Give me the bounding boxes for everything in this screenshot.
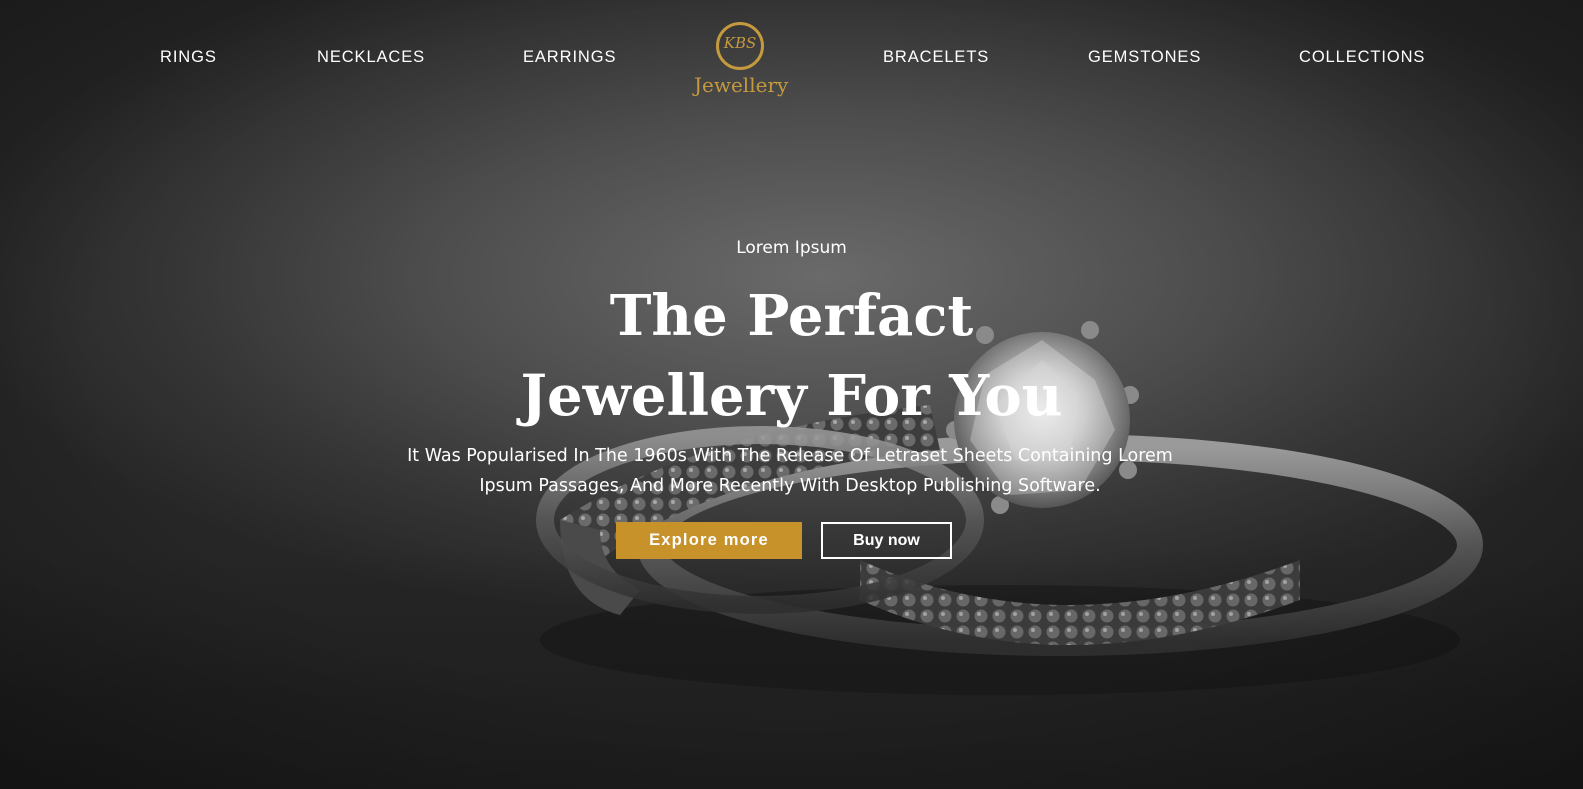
hero-description: It Was Popularised In The 1960s With The… [400,441,1180,501]
hero-section: RINGS NECKLACES EARRINGS KBS Jewellery B… [0,0,1583,789]
description-line-1: It Was Popularised In The 1960s With The… [407,446,1173,466]
nav-bracelets[interactable]: BRACELETS [883,48,989,67]
logo-wordmark: Jewellery [694,73,789,97]
nav-rings[interactable]: RINGS [160,48,217,67]
main-navigation: RINGS NECKLACES EARRINGS KBS Jewellery B… [0,0,1583,110]
brand-logo[interactable]: KBS Jewellery [694,20,794,102]
headline-line-2: Jewellery For You [520,363,1063,429]
hero-kicker: Lorem Ipsum [736,238,847,258]
explore-more-button[interactable]: Explore more [616,522,802,559]
nav-gemstones[interactable]: GEMSTONES [1088,48,1201,67]
nav-collections[interactable]: COLLECTIONS [1299,48,1425,67]
nav-earrings[interactable]: EARRINGS [523,48,616,67]
nav-necklaces[interactable]: NECKLACES [317,48,425,67]
logo-monogram: KBS [723,34,757,52]
buy-now-button[interactable]: Buy now [821,522,952,559]
hero-headline: The Perfact Jewellery For You [0,276,1583,436]
headline-line-1: The Perfact [609,283,974,349]
description-line-2: Ipsum Passages, And More Recently With D… [479,476,1101,496]
